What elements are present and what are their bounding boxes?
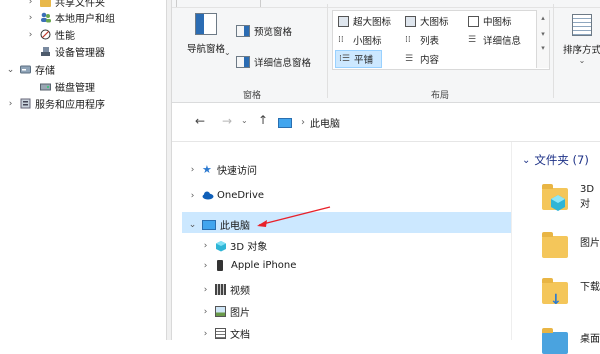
small-icons-option[interactable]: ⁞⁞ 小图标 <box>338 33 382 48</box>
folder-label: 图片 <box>580 238 600 249</box>
content-pane: ⌄ 文件夹 (7) 3D 对 图片 ↓ 下载 桌面 <box>511 142 600 354</box>
tree-item-label: 共享文件夹 <box>55 0 105 9</box>
chevron-down-icon: ⌄ <box>578 56 586 65</box>
list-option[interactable]: ⁞⁞ 列表 <box>405 33 440 48</box>
extra-large-icons-icon <box>338 15 349 27</box>
medium-icons-option[interactable]: 中图标 <box>468 14 512 28</box>
forward-arrow-icon[interactable]: → <box>222 114 232 128</box>
details-label: 详细信息 <box>483 36 522 47</box>
details-icon: ☰ <box>468 34 477 45</box>
recent-locations-chevron-icon[interactable]: ⌄ <box>241 116 248 125</box>
details-pane-button[interactable]: 详细信息窗格 <box>236 55 311 69</box>
preview-pane-label: 预览窗格 <box>254 27 293 38</box>
desktop-folder-icon <box>542 328 568 354</box>
tree-item-label: 服务和应用程序 <box>35 100 105 111</box>
sort-icon <box>572 14 592 36</box>
tree-item-services-apps[interactable]: › 服务和应用程序 <box>6 96 105 111</box>
sort-by-button[interactable]: 排序方式 ⌄ <box>560 14 600 65</box>
section-header-label: 文件夹 (7) <box>534 153 589 167</box>
details-option[interactable]: ☰ 详细信息 <box>468 33 522 48</box>
content-label: 内容 <box>420 55 440 66</box>
extra-large-icons-label: 超大图标 <box>353 17 392 28</box>
chevron-right-icon[interactable]: › <box>26 30 35 40</box>
tree-item-local-users[interactable]: › 本地用户和组 <box>26 10 115 26</box>
storage-icon <box>20 64 31 75</box>
download-arrow-icon: ↓ <box>550 292 562 308</box>
disk-management-icon <box>40 81 51 92</box>
preview-pane-button[interactable]: 预览窗格 <box>236 24 292 38</box>
layout-group-label: 布局 <box>430 91 449 101</box>
tree-item-label: 设备管理器 <box>55 48 105 59</box>
folders-section-header[interactable]: ⌄ 文件夹 (7) <box>522 152 589 168</box>
services-icon <box>20 98 31 109</box>
breadcrumb-this-pc[interactable]: 此电脑 <box>310 115 340 130</box>
preview-pane-icon <box>236 25 250 37</box>
this-pc-icon <box>278 117 292 128</box>
chevron-down-icon[interactable]: ⌄ <box>522 155 530 166</box>
extra-large-icons-option[interactable]: 超大图标 <box>338 14 391 28</box>
tree-item-label: 本地用户和组 <box>55 14 115 25</box>
chevron-down-icon[interactable]: ⌄ <box>224 48 231 57</box>
chevron-down-icon[interactable]: ⌄ <box>6 65 15 75</box>
tiles-label: 平铺 <box>354 55 374 66</box>
layout-gallery-scroll[interactable]: ▴ ▾ ▾ <box>536 10 549 68</box>
scroll-down-icon[interactable]: ▾ <box>537 30 549 38</box>
address-toolbar: ← → ⌄ ↑ › 此电脑 <box>172 103 600 142</box>
content-icon: ☰ <box>405 53 414 64</box>
device-manager-icon <box>40 46 51 57</box>
large-icons-option[interactable]: 大图标 <box>405 14 449 28</box>
shared-folder-icon <box>40 0 51 7</box>
list-label: 列表 <box>420 36 440 47</box>
folder-label: 3D 对 <box>580 184 595 210</box>
gallery-more-icon[interactable]: ▾ <box>537 44 549 52</box>
large-icons-icon <box>405 15 416 27</box>
content-option[interactable]: ☰ 内容 <box>405 52 440 67</box>
pane-group-label: 窗格 <box>242 91 261 101</box>
folder-label: 桌面 <box>580 334 600 345</box>
performance-icon <box>40 29 51 40</box>
folder-tile-downloads[interactable]: ↓ 下载 <box>542 276 600 312</box>
address-bar[interactable]: › 此电脑 <box>278 115 340 130</box>
folder-tile-3d-objects[interactable]: 3D 对 <box>542 182 600 218</box>
tree-item-label: 存储 <box>35 66 55 77</box>
navigation-pane: › ★ 快速访问 › OneDrive ⌄ 此电脑 › 3D 对象 › Appl… <box>172 142 511 341</box>
chevron-right-icon[interactable]: › <box>26 0 35 7</box>
large-icons-label: 大图标 <box>420 17 449 28</box>
ribbon-tab-strip <box>172 0 600 8</box>
breadcrumb-separator: › <box>301 117 305 128</box>
navigation-pane-icon <box>195 13 217 35</box>
chevron-right-icon[interactable]: › <box>26 13 35 23</box>
tree-item-storage[interactable]: ⌄ 存储 <box>6 62 55 78</box>
cube-icon <box>551 195 565 211</box>
folder-icon <box>542 232 568 258</box>
tree-item-label: 磁盘管理 <box>55 83 95 94</box>
folder-label: 下载 <box>580 282 600 293</box>
medium-icons-label: 中图标 <box>483 17 512 28</box>
tree-item-label: 性能 <box>55 31 75 42</box>
tree-item-device-manager[interactable]: 设备管理器 <box>40 44 105 59</box>
scroll-up-icon[interactable]: ▴ <box>537 14 549 22</box>
small-icons-icon: ⁞⁞ <box>338 34 344 45</box>
small-icons-label: 小图标 <box>353 36 382 47</box>
details-pane-icon <box>236 56 250 68</box>
sort-by-label: 排序方式 <box>562 45 600 56</box>
tiles-option[interactable]: ⁞☰ 平铺 <box>335 50 383 68</box>
back-arrow-icon[interactable]: ← <box>195 114 205 128</box>
medium-icons-icon <box>468 15 479 27</box>
tiles-icon: ⁞☰ <box>339 53 350 64</box>
tree-item-shared-folders[interactable]: › 共享文件夹 <box>26 0 105 9</box>
chevron-right-icon[interactable]: › <box>6 99 15 109</box>
users-icon <box>40 12 51 23</box>
tree-item-disk-management[interactable]: 磁盘管理 <box>40 79 95 94</box>
ribbon-view-tab: 导航窗格 ⌄ 预览窗格 详细信息窗格 窗格 超大图标 大图标 中图标 ⁞⁞ 小图… <box>172 0 600 103</box>
tree-item-performance[interactable]: › 性能 <box>26 27 75 42</box>
annotation-arrow <box>257 206 331 227</box>
folder-tile-pictures[interactable]: 图片 <box>542 232 600 268</box>
list-icon: ⁞⁞ <box>405 34 411 45</box>
computer-management-tree: › 共享文件夹 › 本地用户和组 › 性能 设备管理器 ⌄ 存储 磁盘管理 › … <box>0 0 166 340</box>
details-pane-label: 详细信息窗格 <box>254 58 312 69</box>
up-arrow-icon[interactable]: ↑ <box>258 113 268 127</box>
